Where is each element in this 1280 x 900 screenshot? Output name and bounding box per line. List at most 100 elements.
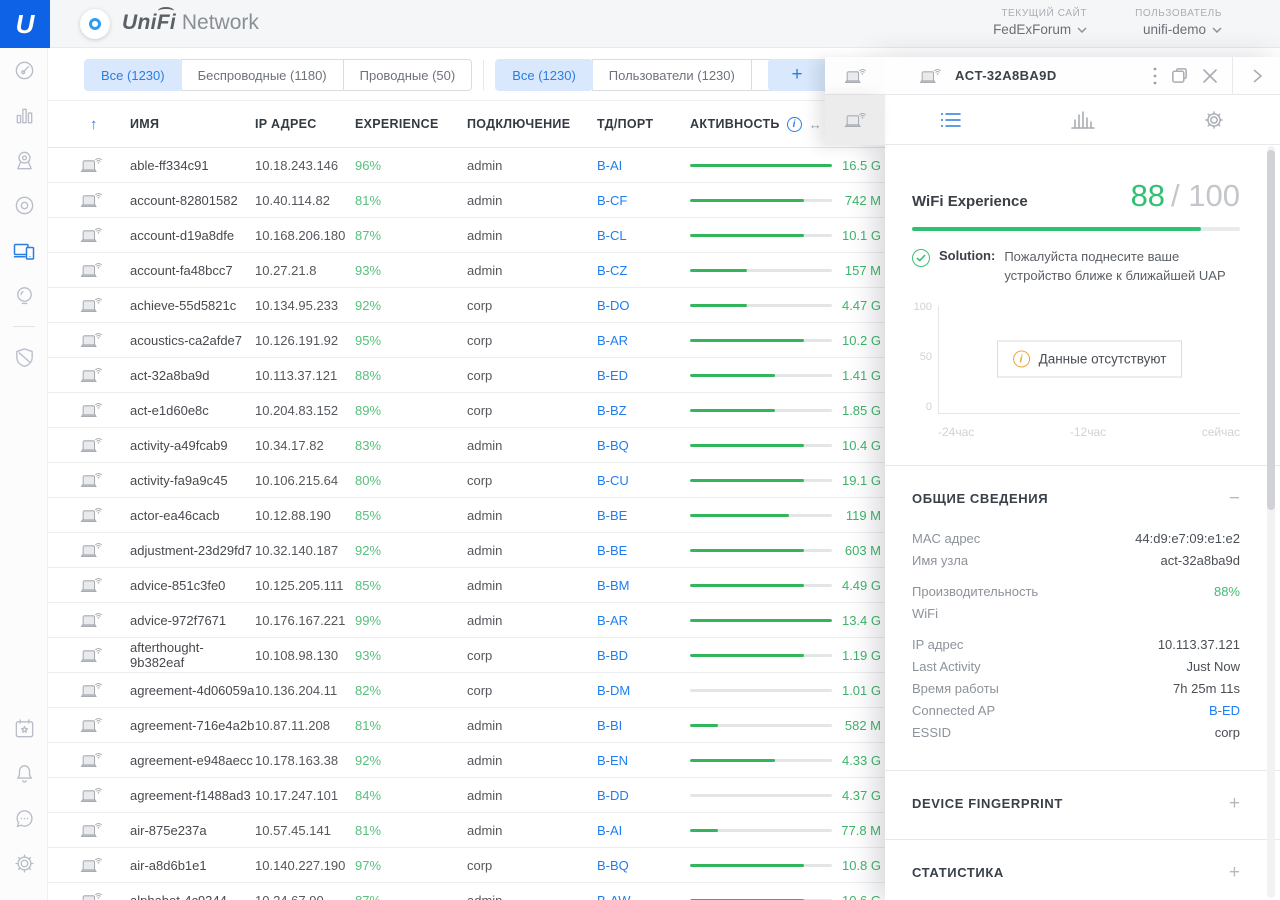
client-ap-link[interactable]: B-BD bbox=[597, 648, 690, 663]
table-row[interactable]: account-fa48bcc7 10.27.21.8 93% admin B-CZ 15… bbox=[48, 253, 885, 288]
client-name[interactable]: account-82801582 bbox=[130, 193, 255, 208]
sidebar-item-clients-laptop[interactable] bbox=[0, 228, 48, 273]
client-name[interactable]: account-fa48bcc7 bbox=[130, 263, 255, 278]
client-ap-link[interactable]: B-BZ bbox=[597, 403, 690, 418]
sidebar-item-events-calendar[interactable] bbox=[0, 706, 48, 751]
swap-arrows-icon[interactable]: ↔ bbox=[809, 117, 822, 132]
client-ap-link[interactable]: B-AR bbox=[597, 333, 690, 348]
sidebar-item-alerts-bell[interactable] bbox=[0, 751, 48, 796]
table-row[interactable]: agreement-f1488ad3 10.17.247.101 84% admin B… bbox=[48, 778, 885, 813]
client-name[interactable]: achieve-55d5821c bbox=[130, 298, 255, 313]
client-name[interactable]: act-e1d60e8c bbox=[130, 403, 255, 418]
panel-scrollbar-thumb[interactable] bbox=[1267, 150, 1275, 510]
table-row[interactable]: act-32a8ba9d 10.113.37.121 88% corp B-ED 1.41… bbox=[48, 358, 885, 393]
sidebar-item-map-pin[interactable] bbox=[0, 138, 48, 183]
client-ap-link[interactable]: B-BI bbox=[597, 718, 690, 733]
table-row[interactable]: air-875e237a 10.57.45.141 81% admin B-AI 77.8… bbox=[48, 813, 885, 848]
client-ap-link[interactable]: B-AI bbox=[597, 823, 690, 838]
client-name[interactable]: adjustment-23d29fd7 bbox=[130, 543, 255, 558]
table-row[interactable]: able-ff334c91 10.18.243.146 96% admin B-AI 16… bbox=[48, 148, 885, 183]
client-ap-link[interactable]: B-AW bbox=[597, 893, 690, 900]
panel-scrollbar-track[interactable] bbox=[1267, 146, 1275, 898]
client-ap-link[interactable]: B-CL bbox=[597, 228, 690, 243]
user-menu[interactable]: ПОЛЬЗОВАТЕЛЬ unifi-demo bbox=[1135, 8, 1222, 37]
add-client-button[interactable]: + bbox=[768, 59, 826, 91]
sort-ascending-icon[interactable]: ↑ bbox=[80, 116, 98, 133]
client-name[interactable]: acoustics-ca2afde7 bbox=[130, 333, 255, 348]
table-row[interactable]: agreement-e948aecc 10.178.163.38 92% admin B… bbox=[48, 743, 885, 778]
client-name[interactable]: actor-ea46cacb bbox=[130, 508, 255, 523]
popout-window-icon[interactable] bbox=[1170, 66, 1189, 85]
collapsed-section-0[interactable]: DEVICE FINGERPRINT + bbox=[912, 794, 1240, 813]
table-row[interactable]: account-d19a8dfe 10.168.206.180 87% admin B-… bbox=[48, 218, 885, 253]
client-name[interactable]: agreement-f1488ad3 bbox=[130, 788, 255, 803]
table-row[interactable]: agreement-716e4a2b 10.87.11.208 81% admin B-… bbox=[48, 708, 885, 743]
ubiquiti-logo[interactable]: U bbox=[0, 0, 50, 48]
client-ap-link[interactable]: B-DO bbox=[597, 298, 690, 313]
sidebar-item-insights-bulb[interactable] bbox=[0, 273, 48, 318]
overview-value[interactable]: B-ED bbox=[1209, 703, 1240, 718]
client-name[interactable]: able-ff334c91 bbox=[130, 158, 255, 173]
current-site-selector[interactable]: ТЕКУЩИЙ САЙТ FedExForum bbox=[993, 8, 1087, 37]
expand-plus-icon[interactable]: + bbox=[1229, 863, 1240, 882]
client-ap-link[interactable]: B-BE bbox=[597, 508, 690, 523]
kebab-menu-icon[interactable] bbox=[1153, 67, 1157, 85]
collapsed-section-1[interactable]: СТАТИСТИКА + bbox=[912, 863, 1240, 882]
table-row[interactable]: alphabet-4c9344 10.24.67.90 87% admin B-AW 10… bbox=[48, 883, 885, 900]
filter-connection-0[interactable]: Все (1230) bbox=[84, 59, 182, 91]
filter-type-1[interactable]: Пользователи (1230) bbox=[591, 59, 752, 91]
sidebar-item-dashboard-gauge[interactable] bbox=[0, 48, 48, 93]
client-name[interactable]: advice-851c3fe0 bbox=[130, 578, 255, 593]
table-row[interactable]: achieve-55d5821c 10.134.95.233 92% corp B-DO… bbox=[48, 288, 885, 323]
table-row[interactable]: air-a8d6b1e1 10.140.227.190 97% corp B-BQ 10.… bbox=[48, 848, 885, 883]
filter-connection-1[interactable]: Беспроводные (1180) bbox=[180, 59, 344, 91]
client-name[interactable]: activity-a49fcab9 bbox=[130, 438, 255, 453]
ap-ring-icon[interactable] bbox=[80, 9, 110, 39]
sidebar-item-settings-gear[interactable] bbox=[0, 841, 48, 886]
client-ap-link[interactable]: B-CU bbox=[597, 473, 690, 488]
client-name[interactable]: agreement-4d06059a bbox=[130, 683, 255, 698]
sidebar-item-devices-circle[interactable] bbox=[0, 183, 48, 228]
client-ap-link[interactable]: B-CZ bbox=[597, 263, 690, 278]
column-header-0[interactable]: ИМЯ bbox=[130, 117, 255, 131]
info-icon[interactable]: i bbox=[786, 116, 802, 132]
client-ap-link[interactable]: B-BE bbox=[597, 543, 690, 558]
table-row[interactable]: act-e1d60e8c 10.204.83.152 89% corp B-BZ 1.85… bbox=[48, 393, 885, 428]
overview-section-header[interactable]: ОБЩИЕ СВЕДЕНИЯ − bbox=[912, 489, 1240, 508]
table-row[interactable]: advice-972f7671 10.176.167.221 99% admin B-A… bbox=[48, 603, 885, 638]
expand-plus-icon[interactable]: + bbox=[1229, 794, 1240, 813]
client-name[interactable]: afterthought-9b382eaf bbox=[130, 640, 255, 670]
panel-tab-config-gear[interactable] bbox=[1148, 95, 1280, 144]
panel-tab-details-list[interactable] bbox=[885, 95, 1017, 144]
table-row[interactable]: adjustment-23d29fd7 10.32.140.187 92% admin… bbox=[48, 533, 885, 568]
table-row[interactable]: advice-851c3fe0 10.125.205.111 85% admin B-B… bbox=[48, 568, 885, 603]
table-row[interactable]: activity-a49fcab9 10.34.17.82 83% admin B-BQ… bbox=[48, 428, 885, 463]
client-ap-link[interactable]: B-BM bbox=[597, 578, 690, 593]
column-header-1[interactable]: IP АДРЕС bbox=[255, 117, 355, 131]
client-ap-link[interactable]: B-DD bbox=[597, 788, 690, 803]
table-row[interactable]: agreement-4d06059a 10.136.204.11 82% corp B-… bbox=[48, 673, 885, 708]
client-ap-link[interactable]: B-CF bbox=[597, 193, 690, 208]
client-name[interactable]: activity-fa9a9c45 bbox=[130, 473, 255, 488]
table-row[interactable]: activity-fa9a9c45 10.106.215.64 80% corp B-C… bbox=[48, 463, 885, 498]
filter-type-0[interactable]: Все (1230) bbox=[495, 59, 593, 91]
table-row[interactable]: actor-ea46cacb 10.12.88.190 85% admin B-BE 11… bbox=[48, 498, 885, 533]
column-header-3[interactable]: ПОДКЛЮЧЕНИЕ bbox=[467, 117, 597, 131]
client-ap-link[interactable]: B-DM bbox=[597, 683, 690, 698]
column-header-4[interactable]: ТД/ПОРТ bbox=[597, 117, 690, 131]
chevron-right-icon[interactable] bbox=[1232, 57, 1280, 95]
client-ap-link[interactable]: B-BQ bbox=[597, 438, 690, 453]
client-ap-link[interactable]: B-AR bbox=[597, 613, 690, 628]
client-name[interactable]: air-875e237a bbox=[130, 823, 255, 838]
panel-tab-history-chart[interactable] bbox=[1017, 95, 1149, 144]
client-name[interactable]: alphabet-4c9344 bbox=[130, 893, 255, 900]
stacked-client-tab-0[interactable] bbox=[825, 57, 885, 95]
table-row[interactable]: account-82801582 10.40.114.82 81% admin B-CF… bbox=[48, 183, 885, 218]
table-row[interactable]: acoustics-ca2afde7 10.126.191.92 95% corp B-… bbox=[48, 323, 885, 358]
client-name[interactable]: agreement-e948aecc bbox=[130, 753, 255, 768]
filter-connection-2[interactable]: Проводные (50) bbox=[342, 59, 473, 91]
collapse-minus-icon[interactable]: − bbox=[1229, 489, 1240, 508]
column-header-2[interactable]: EXPERIENCE bbox=[355, 117, 467, 131]
client-ap-link[interactable]: B-ED bbox=[597, 368, 690, 383]
sidebar-item-statistics-bars[interactable] bbox=[0, 93, 48, 138]
